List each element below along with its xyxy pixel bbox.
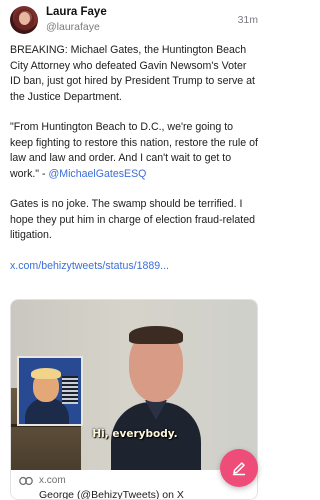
author-handle[interactable]: @laurafaye — [46, 21, 100, 33]
author-name[interactable]: Laura Faye — [46, 6, 107, 18]
post-quote-paragraph: "From Huntington Beach to D.C., we're go… — [10, 120, 258, 182]
post-paragraph: Gates is no joke. The swamp should be te… — [10, 198, 255, 241]
framed-portrait — [17, 356, 83, 426]
compose-button[interactable] — [220, 449, 258, 487]
mention-link[interactable]: @MichaelGatesESQ — [49, 168, 147, 180]
post-body: BREAKING: Michael Gates, the Huntington … — [10, 43, 258, 289]
speaker-figure — [111, 324, 201, 470]
post-paragraph: BREAKING: Michael Gates, the Huntington … — [10, 44, 255, 103]
video-caption: Hi, everybody. — [92, 428, 178, 440]
pencil-icon — [232, 462, 246, 476]
post-time: 31m — [237, 14, 258, 26]
card-title[interactable]: George (@BehizyTweets) on X — [39, 489, 184, 499]
link-icon — [19, 476, 33, 486]
status-link[interactable]: x.com/behizytweets/status/1889... — [10, 259, 258, 275]
avatar[interactable] — [10, 6, 38, 34]
video-thumbnail[interactable]: Hi, everybody. — [11, 300, 257, 470]
post-header: Laura Faye @laurafaye 31m — [10, 6, 258, 36]
card-domain: x.com — [39, 475, 66, 486]
